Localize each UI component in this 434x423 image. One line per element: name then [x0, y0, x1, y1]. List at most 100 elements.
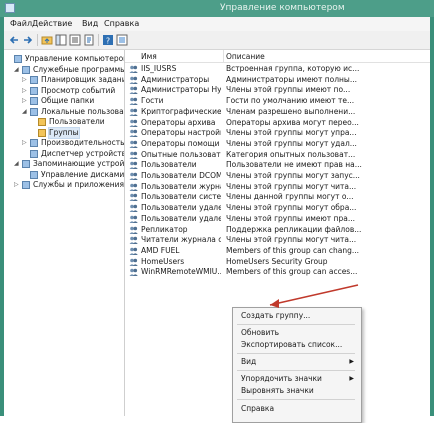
expand-arrow-icon[interactable]: ▷ [22, 76, 28, 84]
table-row[interactable]: Пользователи систе... Члены данной группы… [125, 192, 430, 202]
forward-arrow-icon[interactable] [22, 34, 34, 46]
group-name: Пользователи [141, 160, 197, 170]
table-row[interactable]: IIS_IUSRS Встроенная группа, которую ис..… [125, 64, 430, 74]
tree-node-icon [30, 139, 38, 147]
menu-separator [237, 370, 355, 371]
tree-node-icon [30, 149, 38, 158]
menu-item-refresh[interactable]: Обновить [233, 327, 359, 339]
table-row[interactable]: Операторы помощи ... Члены этой группы мо… [125, 139, 430, 149]
expand-arrow-icon[interactable]: ▷ [22, 97, 28, 105]
table-row[interactable]: Пользователи удале... Члены этой группы м… [125, 203, 430, 213]
menu-file[interactable]: Файл [10, 19, 32, 28]
group-icon [129, 183, 138, 191]
group-description: Члены этой группы имеют пра... [226, 213, 355, 223]
expand-arrow-icon[interactable]: ◢ [22, 108, 28, 116]
group-name: Операторы помощи ... [141, 138, 221, 148]
menu-view[interactable]: Вид [82, 19, 98, 28]
group-name: Криптографические ... [141, 106, 221, 116]
list-view-icon[interactable] [69, 34, 81, 46]
tree-node-icon [38, 128, 46, 137]
group-icon [129, 194, 138, 202]
group-icon [129, 97, 138, 106]
up-folder-icon[interactable] [41, 34, 53, 46]
group-icon [129, 140, 138, 148]
menu-bar: Файл Действие Вид Справка [4, 17, 430, 31]
group-name: Администраторы Hy... [141, 85, 221, 95]
tree-item-label: Диспетчер устройств [41, 148, 125, 158]
expand-arrow-icon[interactable]: ▷ [14, 181, 20, 189]
group-description: Категория опытных пользоват... [226, 149, 356, 159]
group-description: HomeUsers Security Group [226, 256, 328, 266]
group-icon [129, 65, 138, 73]
table-row[interactable]: Пользователи журна... Члены этой группы м… [125, 182, 430, 192]
help-icon[interactable]: ? [102, 34, 114, 46]
group-description: Члены этой группы могут удал... [226, 138, 357, 148]
menu-item-create-group[interactable]: Создать группу... [233, 310, 359, 322]
column-description-header[interactable]: Описание [226, 52, 265, 61]
tree-node-icon [22, 160, 30, 168]
console-tree: Управление компьютером (л ◢ Служебные прог… [4, 50, 125, 416]
menu-action[interactable]: Действие [32, 19, 72, 28]
table-row[interactable]: WinRMRemoteWMIU... Members of this group … [125, 267, 430, 277]
properties-icon[interactable] [116, 34, 128, 46]
tree-item-label: Общие папки [41, 96, 95, 105]
group-name: Пользователи журна... [141, 181, 221, 191]
column-name-header[interactable]: Имя [141, 52, 157, 61]
table-row[interactable]: Криптографические ... Членам разрешено вы… [125, 107, 430, 117]
table-row[interactable]: Читатели журнала с... Члены этой группы м… [125, 235, 430, 245]
expand-arrow-icon[interactable]: ◢ [14, 160, 20, 168]
menu-item-help[interactable]: Справка [233, 403, 359, 415]
table-row[interactable]: Администраторы Администраторы имеют полны… [125, 75, 430, 85]
expand-arrow-icon[interactable]: ▷ [22, 139, 28, 147]
table-row[interactable]: Репликатор Поддержка репликации файлов... [125, 225, 430, 235]
group-name: Гости [141, 96, 164, 106]
table-row[interactable]: AMD FUEL Members of this group can chang.… [125, 246, 430, 256]
title-bar[interactable]: Управление компьютером [0, 0, 434, 17]
window: Управление компьютером Файл Действие Вид… [0, 0, 434, 423]
tree-item-label: Службы и приложения [33, 180, 124, 189]
context-menu: Создать группу... Обновить Экспортироват… [232, 307, 362, 423]
table-row[interactable]: Операторы настройк... Члены этой группы м… [125, 128, 430, 138]
group-icon [129, 151, 138, 159]
table-row[interactable]: Опытные пользовате... Категория опытных п… [125, 150, 430, 160]
table-row[interactable]: Пользователи удале... Члены этой группы и… [125, 214, 430, 224]
table-row[interactable]: HomeUsers HomeUsers Security Group [125, 257, 430, 267]
group-description: Члены этой группы имеют по... [226, 85, 351, 95]
group-icon [129, 87, 138, 95]
group-name: Операторы архива [141, 117, 216, 127]
table-row[interactable]: Администраторы Hy... Члены этой группы им… [125, 85, 430, 95]
table-row[interactable]: Операторы архива Операторы архива могут п… [125, 118, 430, 128]
table-row[interactable]: Пользователи DCOM Члены этой группы могут… [125, 171, 430, 181]
table-row[interactable]: Гости Гости по умолчанию имеют те... [125, 96, 430, 106]
group-name: AMD FUEL [141, 245, 180, 255]
list-header: Имя Описание [125, 50, 430, 63]
submenu-arrow-icon: ▶ [349, 375, 354, 382]
menu-help[interactable]: Справка [104, 19, 139, 28]
menu-item-align-icons[interactable]: Выровнять значки [233, 385, 359, 397]
menu-item-arrange-icons[interactable]: Упорядочить значки ▶ [233, 373, 359, 385]
group-name: WinRMRemoteWMIU... [141, 267, 221, 277]
expand-arrow-icon[interactable]: ◢ [14, 66, 20, 74]
group-description: Members of this group can chang... [226, 245, 359, 255]
submenu-arrow-icon: ▶ [349, 358, 354, 365]
table-row[interactable]: Пользователи Пользователи не имеют прав н… [125, 160, 430, 170]
console-tree-icon[interactable] [55, 34, 67, 46]
group-name: Пользователи удале... [141, 203, 221, 213]
tree-item-label: Запоминающие устройства [33, 159, 125, 168]
group-icon [129, 172, 138, 180]
group-description: Члены этой группы могут упра... [226, 128, 357, 138]
expand-arrow-icon[interactable]: ▷ [22, 87, 28, 95]
tree-item-label: Управление компьютером (л [25, 54, 125, 63]
group-description: Членам разрешено выполнени... [226, 106, 356, 116]
group-icon [129, 268, 138, 277]
group-description: Члены этой группы могут чита... [226, 181, 357, 191]
column-divider[interactable] [223, 50, 224, 62]
tree-item-label: Планировщик заданий [41, 75, 125, 84]
group-name: Операторы настройк... [141, 128, 221, 138]
back-arrow-icon[interactable] [8, 34, 20, 46]
export-list-icon[interactable] [83, 34, 95, 46]
menu-item-export[interactable]: Экспортировать список... [233, 339, 359, 351]
menu-item-view[interactable]: Вид ▶ [233, 356, 359, 368]
